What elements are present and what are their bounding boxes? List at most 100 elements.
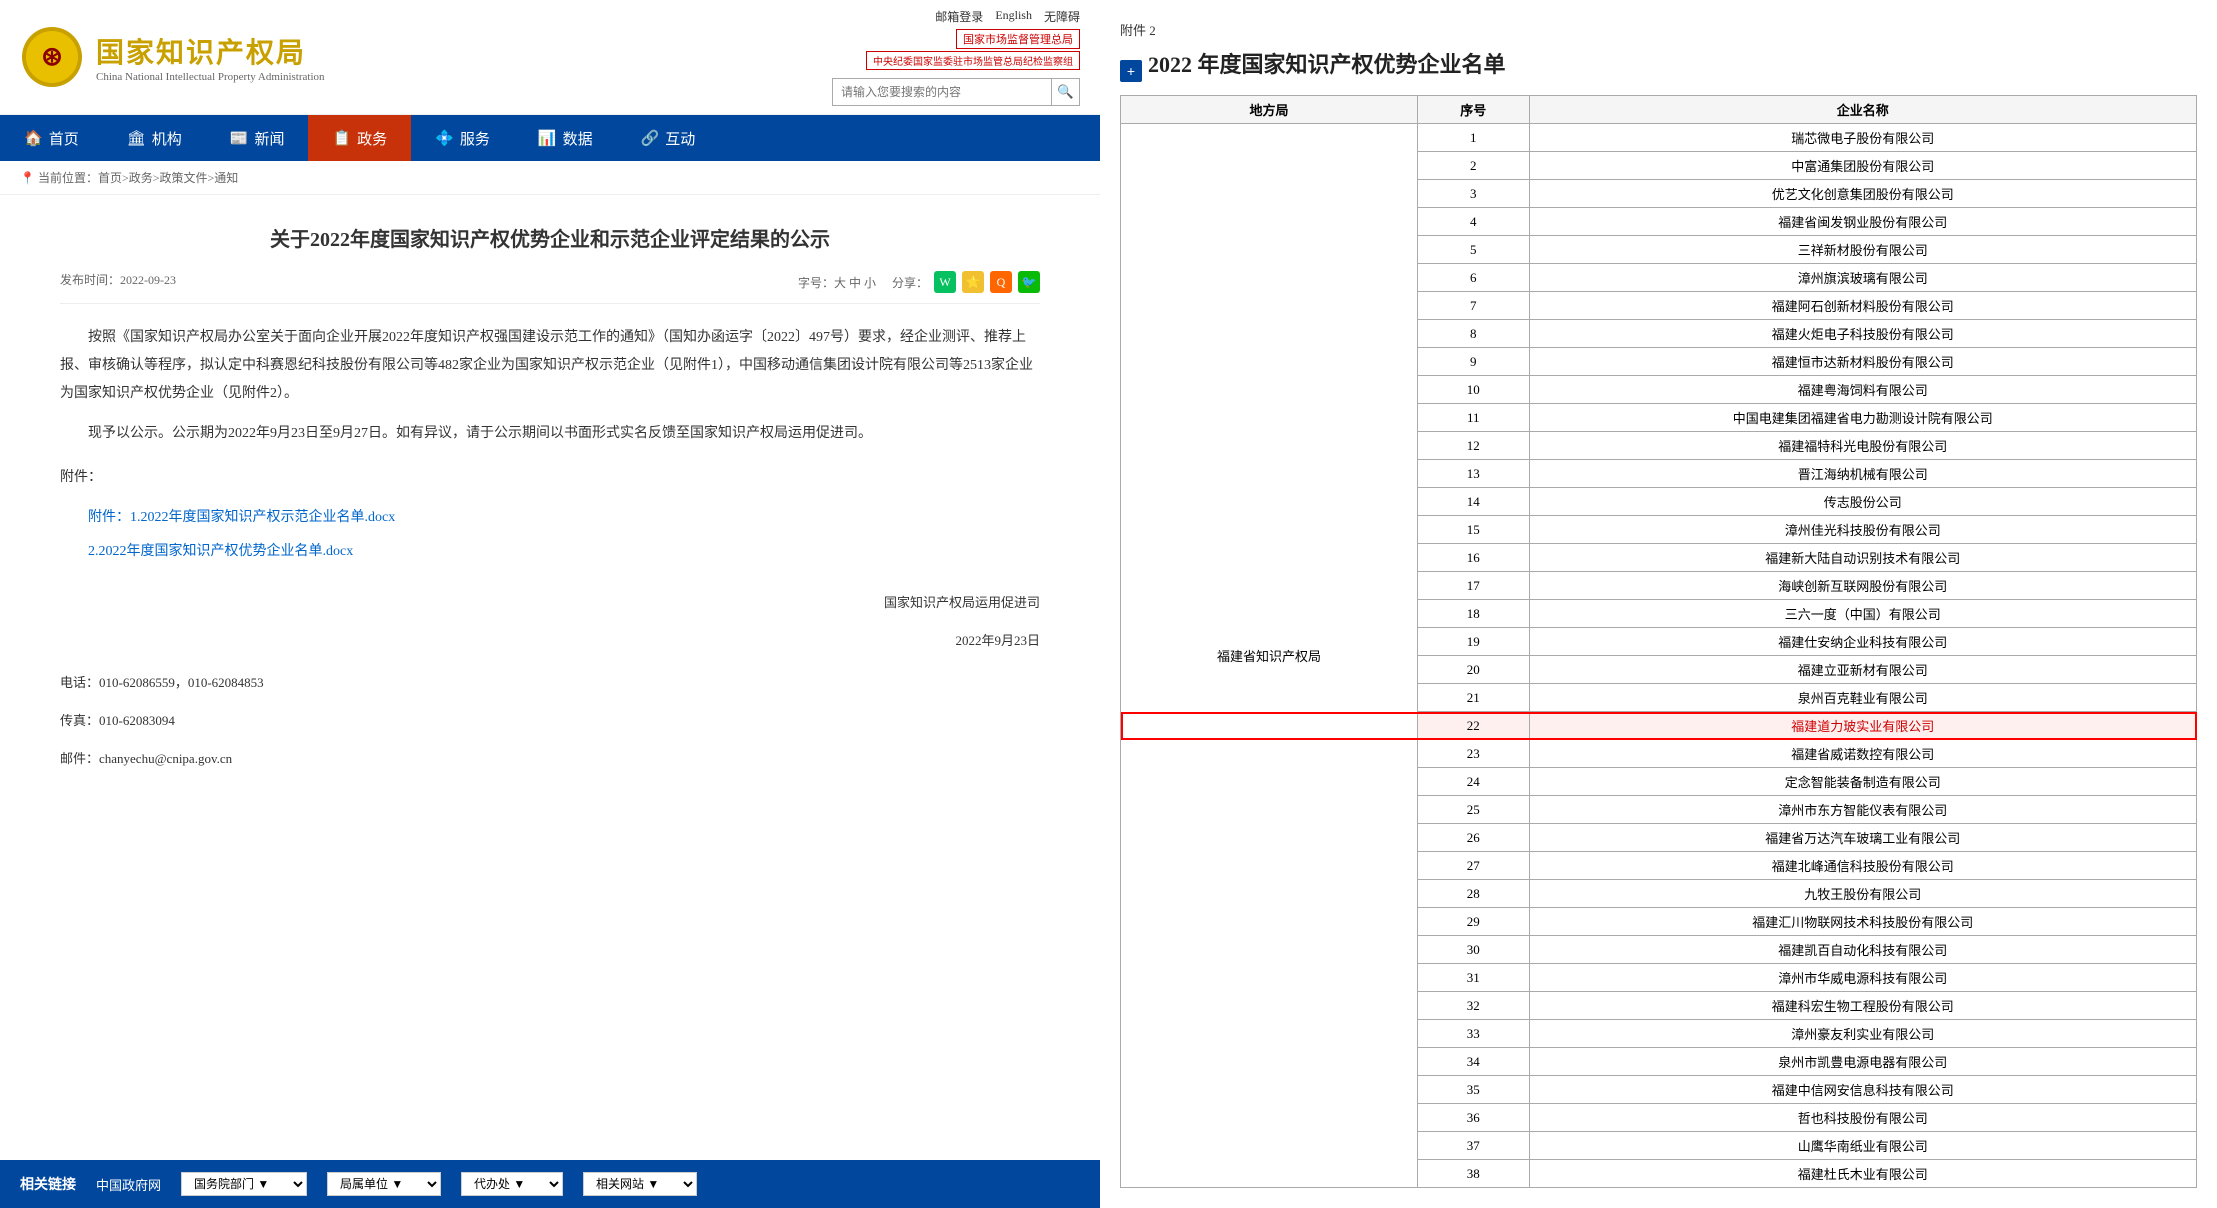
row-number: 1 [1417,124,1529,152]
nav-gov[interactable]: 📋 政务 [308,115,411,161]
nav-interact-label: 互动 [665,128,695,149]
nav-gov-label: 政务 [357,128,387,149]
company-name: 三祥新材股份有限公司 [1529,236,2196,264]
font-size-label[interactable]: 字号：大 中 小 [798,274,876,291]
row-number: 38 [1417,1160,1529,1188]
footer-select-related[interactable]: 相关网站 ▼ [583,1172,697,1196]
company-name: 泉州百克鞋业有限公司 [1529,684,2196,712]
company-table: 地方局 序号 企业名称 福建省知识产权局1瑞芯微电子股份有限公司2中富通集团股份… [1120,95,2197,1188]
english-link[interactable]: English [995,8,1032,25]
footer-select-gov[interactable]: 国务院部门 ▼ [181,1172,307,1196]
company-name: 福建科宏生物工程股份有限公司 [1529,992,2196,1020]
row-number: 22 [1417,712,1529,740]
company-name: 福建中信网安信息科技有限公司 [1529,1076,2196,1104]
row-number: 26 [1417,824,1529,852]
email-text: 邮件：chanyechu@cnipa.gov.cn [60,746,1040,772]
row-number: 25 [1417,796,1529,824]
top-links: 邮箱登录 English 无障碍 [935,8,1080,25]
tel-text: 电话：010-62086559，010-62084853 [60,670,1040,696]
company-name: 传志股份公司 [1529,488,2196,516]
row-number: 34 [1417,1048,1529,1076]
row-number: 27 [1417,852,1529,880]
company-name: 定念智能装备制造有限公司 [1529,768,2196,796]
region-cell: 福建省知识产权局 [1121,124,1418,1188]
row-number: 20 [1417,656,1529,684]
add-button[interactable]: + [1120,60,1142,82]
attachment-2-link[interactable]: 2.2022年度国家知识产权优势企业名单.docx [60,538,1040,566]
col-header-region: 地方局 [1121,96,1418,124]
col-header-name: 企业名称 [1529,96,2196,124]
nav-news-label: 新闻 [254,128,284,149]
footer-link1[interactable]: 中国政府网 [96,1175,161,1194]
company-name: 福建立亚新材有限公司 [1529,656,2196,684]
row-number: 19 [1417,628,1529,656]
company-name: 山鹰华南纸业有限公司 [1529,1132,2196,1160]
nav-news[interactable]: 📰 新闻 [206,115,309,161]
accessibility-link[interactable]: 无障碍 [1044,8,1080,25]
company-name: 漳州豪友利实业有限公司 [1529,1020,2196,1048]
svg-text:⊛: ⊛ [41,42,63,71]
nav-service-label: 服务 [460,128,490,149]
company-name: 福建省万达汽车玻璃工业有限公司 [1529,824,2196,852]
search-input[interactable] [832,78,1052,106]
attachment-2-text: 2.2022年度国家知识产权优势企业名单.docx [88,544,353,559]
row-number: 21 [1417,684,1529,712]
body-paragraph-1: 按照《国家知识产权局办公室关于面向企业开展2022年度知识产权强国建设示范工作的… [60,324,1040,408]
company-name: 哲也科技股份有限公司 [1529,1104,2196,1132]
attachment-1-text: 附件：1.2022年度国家知识产权示范企业名单.docx [88,510,395,525]
doc-title: 2022 年度国家知识产权优势企业名单 [1148,47,1506,79]
company-name: 中富通集团股份有限公司 [1529,152,2196,180]
company-name: 中国电建集团福建省电力勘测设计院有限公司 [1529,404,2196,432]
table-row: 福建省知识产权局1瑞芯微电子股份有限公司 [1121,124,2197,152]
other-share-icon[interactable]: 🐦 [1018,271,1040,293]
breadcrumb: 📍 当前位置：首页>政务>政策文件>通知 [0,161,1100,195]
search-button[interactable]: 🔍 [1052,78,1080,106]
footer-select-office[interactable]: 代办处 ▼ [461,1172,563,1196]
right-panel: 附件 2 + 2022 年度国家知识产权优势企业名单 地方局 序号 企业名称 福… [1100,0,2217,1208]
row-number: 2 [1417,152,1529,180]
nav-institution[interactable]: 🏛 机构 [103,115,206,161]
company-name: 福建北峰通信科技股份有限公司 [1529,852,2196,880]
footer: 相关链接 中国政府网 国务院部门 ▼ 局属单位 ▼ 代办处 ▼ 相关网站 ▼ [0,1160,1100,1208]
company-name: 福建仕安纳企业科技有限公司 [1529,628,2196,656]
attachment-1-link[interactable]: 附件：1.2022年度国家知识产权示范企业名单.docx [60,504,1040,532]
header-right: 邮箱登录 English 无障碍 国家市场监督管理总局 中央纪委国家监委驻市场监… [832,8,1080,106]
logo-emblem-icon: ⊛ [20,25,84,89]
logo-text: 国家知识产权局 China National Intellectual Prop… [96,31,325,83]
gov-icon: 📋 [332,129,351,148]
company-name: 福建汇川物联网技术科技股份有限公司 [1529,908,2196,936]
qq-share-icon[interactable]: Q [990,271,1012,293]
company-name: 九牧王股份有限公司 [1529,880,2196,908]
row-number: 31 [1417,964,1529,992]
article-meta: 发布时间：2022-09-23 字号：大 中 小 分享： W ⭐ Q 🐦 [60,271,1040,304]
article-title: 关于2022年度国家知识产权优势企业和示范企业评定结果的公示 [60,225,1040,255]
home-icon: 🏠 [24,129,43,148]
institution-icon: 🏛 [127,129,146,148]
footer-select-bureau[interactable]: 局属单位 ▼ [327,1172,441,1196]
body-paragraph-2: 现予以公示。公示期为2022年9月23日至9月27日。如有异议，请于公示期间以书… [60,420,1040,448]
article-date: 发布时间：2022-09-23 [60,271,176,293]
wechat-share-icon[interactable]: W [934,271,956,293]
company-name: 优艺文化创意集团股份有限公司 [1529,180,2196,208]
company-name: 福建省闽发钢业股份有限公司 [1529,208,2196,236]
company-name: 漳州市华威电源科技有限公司 [1529,964,2196,992]
gov-link1[interactable]: 国家市场监督管理总局 [956,29,1080,49]
logo-en-text: China National Intellectual Property Adm… [96,71,325,83]
nav-home-label: 首页 [49,128,79,149]
gov-link2[interactable]: 中央纪委国家监委驻市场监管总局纪检监察组 [866,51,1080,70]
mailbox-link[interactable]: 邮箱登录 [935,8,983,25]
company-name: 漳州市东方智能仪表有限公司 [1529,796,2196,824]
company-name: 福建恒市达新材料股份有限公司 [1529,348,2196,376]
nav-interact[interactable]: 🔗 互动 [617,115,720,161]
company-name: 福建新大陆自动识别技术有限公司 [1529,544,2196,572]
nav-data[interactable]: 📊 数据 [514,115,617,161]
weibo-share-icon[interactable]: ⭐ [962,271,984,293]
search-icon: 🔍 [1057,84,1074,100]
company-name: 福建凯百自动化科技有限公司 [1529,936,2196,964]
nav-institution-label: 机构 [152,128,182,149]
row-number: 10 [1417,376,1529,404]
nav-service[interactable]: 💠 服务 [411,115,514,161]
location-icon: 📍 [20,171,35,185]
nav-home[interactable]: 🏠 首页 [0,115,103,161]
row-number: 37 [1417,1132,1529,1160]
